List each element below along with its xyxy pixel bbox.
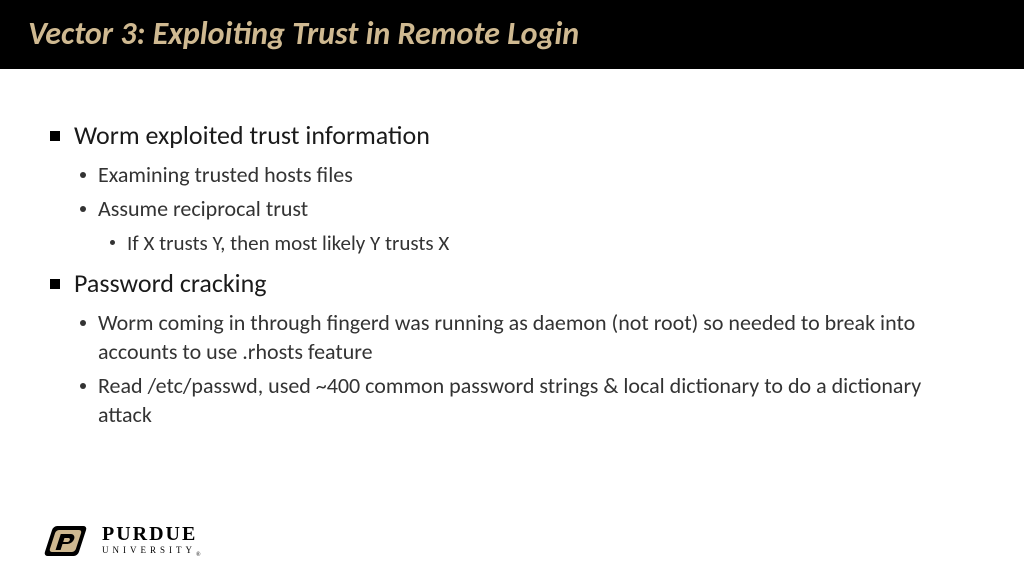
dot-bullet-icon [80, 383, 86, 389]
dot-bullet-icon [80, 172, 86, 178]
logo-main-text: PURDUE [102, 524, 201, 544]
square-bullet-icon [50, 131, 60, 141]
bullet-lvl2: Examining trusted hosts files [80, 161, 974, 190]
purdue-logo: PURDUE UNIVERSITY® [42, 524, 201, 558]
bullet-text: Examining trusted hosts files [98, 161, 353, 190]
bullet-lvl1: Worm exploited trust information Examini… [50, 119, 974, 257]
square-bullet-icon [50, 279, 60, 289]
bullet-lvl2: Read /etc/passwd, used ~400 common passw… [80, 372, 974, 429]
dot-bullet-icon [110, 240, 115, 245]
title-bar: Vector 3: Exploiting Trust in Remote Log… [0, 0, 1024, 69]
slide-title: Vector 3: Exploiting Trust in Remote Log… [28, 14, 579, 53]
logo-sub-text: UNIVERSITY® [102, 546, 201, 558]
bullet-lvl3: If X trusts Y, then most likely Y trusts… [110, 230, 974, 257]
dot-bullet-icon [80, 206, 86, 212]
purdue-wordmark: PURDUE UNIVERSITY® [102, 524, 201, 558]
bullet-text: Password cracking [74, 267, 267, 301]
bullet-text: Worm coming in through fingerd was runni… [98, 309, 974, 366]
dot-bullet-icon [80, 320, 86, 326]
slide: Vector 3: Exploiting Trust in Remote Log… [0, 0, 1024, 576]
bullet-text: Read /etc/passwd, used ~400 common passw… [98, 372, 974, 429]
slide-content: Worm exploited trust information Examini… [0, 69, 1024, 576]
bullet-text: If X trusts Y, then most likely Y trusts… [127, 230, 449, 257]
purdue-p-icon [42, 524, 92, 558]
bullet-lvl2: Assume reciprocal trust If X trusts Y, t… [80, 195, 974, 257]
bullet-lvl1: Password cracking Worm coming in through… [50, 267, 974, 429]
bullet-lvl2: Worm coming in through fingerd was runni… [80, 309, 974, 366]
bullet-text: Assume reciprocal trust [98, 195, 308, 224]
bullet-text: Worm exploited trust information [74, 119, 430, 153]
